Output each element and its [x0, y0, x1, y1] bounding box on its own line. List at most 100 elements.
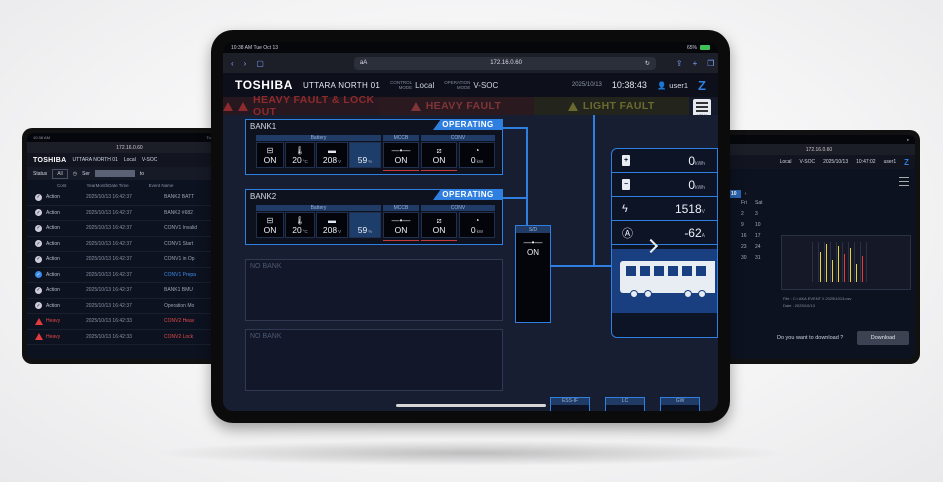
event-row[interactable]: ✓ Action 2025/10/13 16:42:37 Operation Mo	[27, 299, 232, 314]
calendar-day[interactable]: 16	[741, 233, 755, 239]
bank2-volt-unit: V	[338, 229, 342, 234]
event-row[interactable]: ✓ Action 2025/10/13 16:42:37 BANK2 #682	[27, 206, 232, 221]
right-screen: ● 172.16.0.60 Local V-SOC 2025/10/13 10:…	[723, 135, 915, 359]
gw-status[interactable]: GW	[660, 397, 700, 411]
event-status: Heavy	[46, 318, 61, 325]
calendar-day[interactable]: 24	[755, 244, 769, 250]
address-bar[interactable]: aA 172.16.0.60 ↻	[353, 56, 656, 70]
event-row[interactable]: ✓ Action 2025/10/13 16:42:37 CONV1 Start	[27, 237, 232, 252]
calendar-day[interactable]: 30	[741, 255, 755, 261]
bank1-battery-status: ⊟ ON	[256, 142, 284, 168]
event-filter-bar: Status All ◷ Ser to	[27, 167, 232, 180]
bank1-volt-value: 208	[322, 155, 338, 165]
bank2-temp-unit: °C	[302, 229, 308, 234]
file-value: C:\ AKA EVENT \\ 2025\1013.csv	[792, 296, 852, 301]
right-url[interactable]: 172.16.0.60	[806, 147, 832, 153]
bank2-panel[interactable]: BANK2 OPERATING Battery MCCB CONV ⊟ ON 🌡…	[245, 189, 503, 245]
left-url[interactable]: 172.16.0.60	[116, 145, 142, 151]
header-time: 10:38:43	[611, 80, 647, 90]
filter-status-select[interactable]: All	[52, 168, 68, 179]
bank2-conv-header: CONV	[421, 205, 495, 211]
calendar-title: 10 ›	[727, 190, 773, 198]
download-button[interactable]: Download	[857, 331, 909, 345]
warning-icon	[567, 101, 578, 111]
bank2-soc: 59%	[349, 212, 381, 238]
event-row[interactable]: ✓ Action 2025/10/13 16:42:37 BANK2 BATT	[27, 190, 232, 206]
event-status: Action	[46, 209, 60, 216]
alarm-light[interactable]: LIGHT FAULT	[533, 97, 689, 115]
bank1-mccb-underline	[383, 170, 419, 171]
bank2-battery-header: Battery	[256, 205, 381, 211]
device-shadow	[150, 440, 790, 466]
tabs-icon[interactable]: ❐	[707, 59, 714, 68]
lc-status[interactable]: LC	[605, 397, 645, 411]
event-row[interactable]: ✓ Action 2025/10/13 16:42:37 CONV1 in Op	[27, 252, 232, 268]
calendar-day[interactable]: 3	[755, 211, 769, 217]
battery-pack-icon: ▬	[328, 216, 336, 225]
event-time: 2025/10/13 16:42:37	[86, 256, 132, 263]
alarm-light-label: LIGHT FAULT	[582, 100, 655, 112]
breaker-icon: —•—	[391, 216, 411, 225]
bank2-soc-unit: %	[368, 229, 373, 234]
bank2-name: BANK2	[250, 192, 277, 201]
empty-bank-slot-3: NO BANK	[245, 259, 503, 321]
alarm-heavy-lockout[interactable]: HEAVY FAULT & LOCK OUT	[223, 94, 379, 118]
bank2-battery-on: ON	[263, 225, 277, 235]
left-app-header: TOSHIBA UTTARA NORTH 01 Local V-SOC	[27, 153, 232, 167]
bank1-mccb: —•— ON	[383, 142, 419, 168]
event-row[interactable]: ✓ Action 2025/10/13 16:42:37 CONV1 Invalid	[27, 221, 232, 237]
browser-toolbar: ‹ › ▢ aA 172.16.0.60 ↻ ⇪ + ❐	[223, 53, 718, 73]
ess-if-status[interactable]: ESS-IF	[550, 397, 590, 411]
home-indicator[interactable]	[396, 404, 546, 407]
forward-icon[interactable]: ›	[244, 59, 247, 68]
sd-switch-panel[interactable]: S/D —•— ON	[515, 225, 551, 323]
chevron-right-icon[interactable]: ›	[745, 191, 747, 197]
reading-voltage-unit: V	[701, 208, 705, 215]
station-name: UTTARA NORTH 01	[302, 80, 381, 90]
warning-icon	[35, 317, 43, 325]
share-icon[interactable]: ⇪	[676, 59, 683, 68]
right-user[interactable]: user1	[884, 159, 897, 165]
bank1-volt-unit: V	[338, 159, 342, 164]
event-row[interactable]: Heavy 2025/10/13 16:42:33 CONV2 Lock	[27, 330, 232, 345]
filter-from-input[interactable]	[94, 170, 135, 177]
event-name: BANK1 BMU	[164, 287, 193, 294]
reload-icon[interactable]: ↻	[645, 60, 650, 67]
calendar-day[interactable]: 9	[741, 222, 755, 228]
system-diagram: BANK1 OPERATING Battery MCCB CONV ⊟ ON 🌡…	[223, 115, 718, 411]
lc-label: LC	[606, 398, 644, 405]
new-tab-icon[interactable]: +	[693, 59, 698, 68]
event-time: 2025/10/13 16:42:37	[86, 240, 132, 247]
calendar-day[interactable]: 17	[755, 233, 769, 239]
calendar-day[interactable]: 23	[741, 244, 755, 250]
event-status: Action	[46, 225, 60, 232]
warning-icon	[410, 101, 421, 111]
calendar-day[interactable]: 10	[755, 222, 769, 228]
left-url-bar[interactable]: 172.16.0.60	[27, 142, 232, 153]
back-icon[interactable]: ‹	[231, 59, 234, 68]
event-time: 2025/10/13 16:42:37	[86, 225, 132, 232]
bank1-temperature: 🌡 20°C	[285, 142, 315, 168]
calendar-day[interactable]: 31	[755, 255, 769, 261]
right-url-bar[interactable]: 172.16.0.60	[723, 144, 915, 155]
calendar-day[interactable]: 2	[741, 211, 755, 217]
address-text[interactable]: 172.16.0.60	[490, 60, 522, 66]
operation-mode-label-2: MODE	[456, 85, 471, 90]
book-icon[interactable]: ▢	[256, 59, 264, 68]
lightning-icon: ϟ	[622, 202, 628, 215]
event-row[interactable]: ✓ Action 2025/10/13 16:42:37 CONV1 Prepa	[27, 268, 232, 283]
left-brand-logo: TOSHIBA	[33, 156, 67, 164]
event-row[interactable]: ✓ Action 2025/10/13 16:42:37 BANK1 BMU	[27, 283, 232, 299]
reading-voltage-value: 1518	[674, 201, 702, 216]
bank1-panel[interactable]: BANK1 OPERATING Battery MCCB CONV ⊟ ON 🌡…	[245, 119, 503, 175]
bank2-battery-status: ⊟ ON	[256, 212, 284, 238]
event-row[interactable]: Heavy 2025/10/13 16:42:33 CONV2 Heav	[27, 314, 232, 330]
line-readings-panel: + 0kWh − 0kWh ϟ 1518V Ⓐ -62A	[611, 148, 718, 338]
left-station-name: UTTARA NORTH 01	[72, 157, 118, 163]
alarm-heavy[interactable]: HEAVY FAULT	[378, 97, 534, 115]
text-size-button[interactable]: aA	[360, 60, 367, 66]
col-datetime: YearMonthDate Time	[86, 182, 129, 188]
user-menu[interactable]: 👤 user1	[657, 81, 688, 90]
filter-ser-label: Ser	[82, 170, 90, 177]
right-menu-icon[interactable]	[899, 177, 909, 186]
